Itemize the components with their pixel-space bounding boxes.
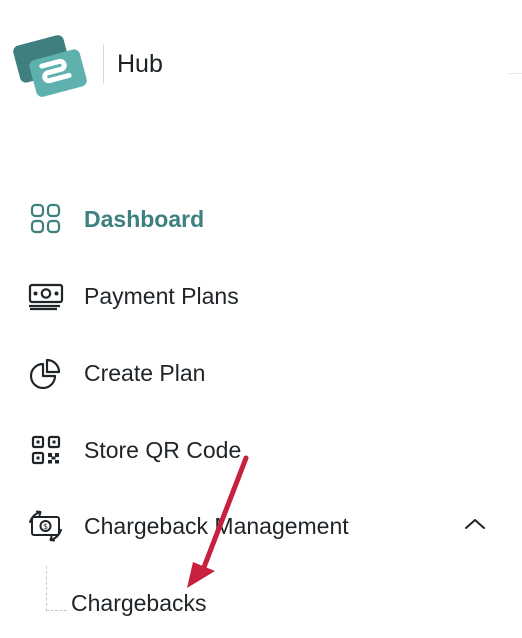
sidebar-item-dashboard[interactable]: Dashboard (22, 197, 502, 241)
sidebar-item-label: Create Plan (84, 360, 206, 386)
chevron-up-icon[interactable] (462, 514, 488, 534)
sidebar-item-label: Chargeback Management (84, 513, 349, 539)
header-divider (508, 73, 522, 74)
submenu-guide-line (46, 566, 67, 611)
sidebar-item-label: Payment Plans (84, 283, 239, 309)
sidebar-item-store-qr-code[interactable]: Store QR Code (22, 428, 502, 472)
sidebar-subitem-label: Chargebacks (71, 590, 207, 616)
brand-name: Hub (117, 50, 163, 78)
qr-code-icon (31, 435, 61, 465)
pie-chart-icon (29, 358, 61, 389)
sidebar-subitem-chargebacks[interactable]: Chargebacks (70, 586, 370, 620)
svg-text:$: $ (43, 522, 48, 531)
sidebar-item-label: Dashboard (84, 206, 205, 232)
banknote-icon (28, 283, 64, 311)
grid-icon (30, 203, 61, 234)
sidebar-item-payment-plans[interactable]: Payment Plans (22, 274, 502, 318)
sidebar-item-chargeback-management[interactable]: $ Chargeback Management (22, 504, 502, 548)
sidebar-item-label: Store QR Code (84, 437, 242, 463)
hub-logo (13, 35, 87, 97)
brand-divider (103, 44, 104, 84)
currency-exchange-icon: $ (29, 510, 62, 542)
sidebar-item-create-plan[interactable]: Create Plan (22, 351, 502, 395)
